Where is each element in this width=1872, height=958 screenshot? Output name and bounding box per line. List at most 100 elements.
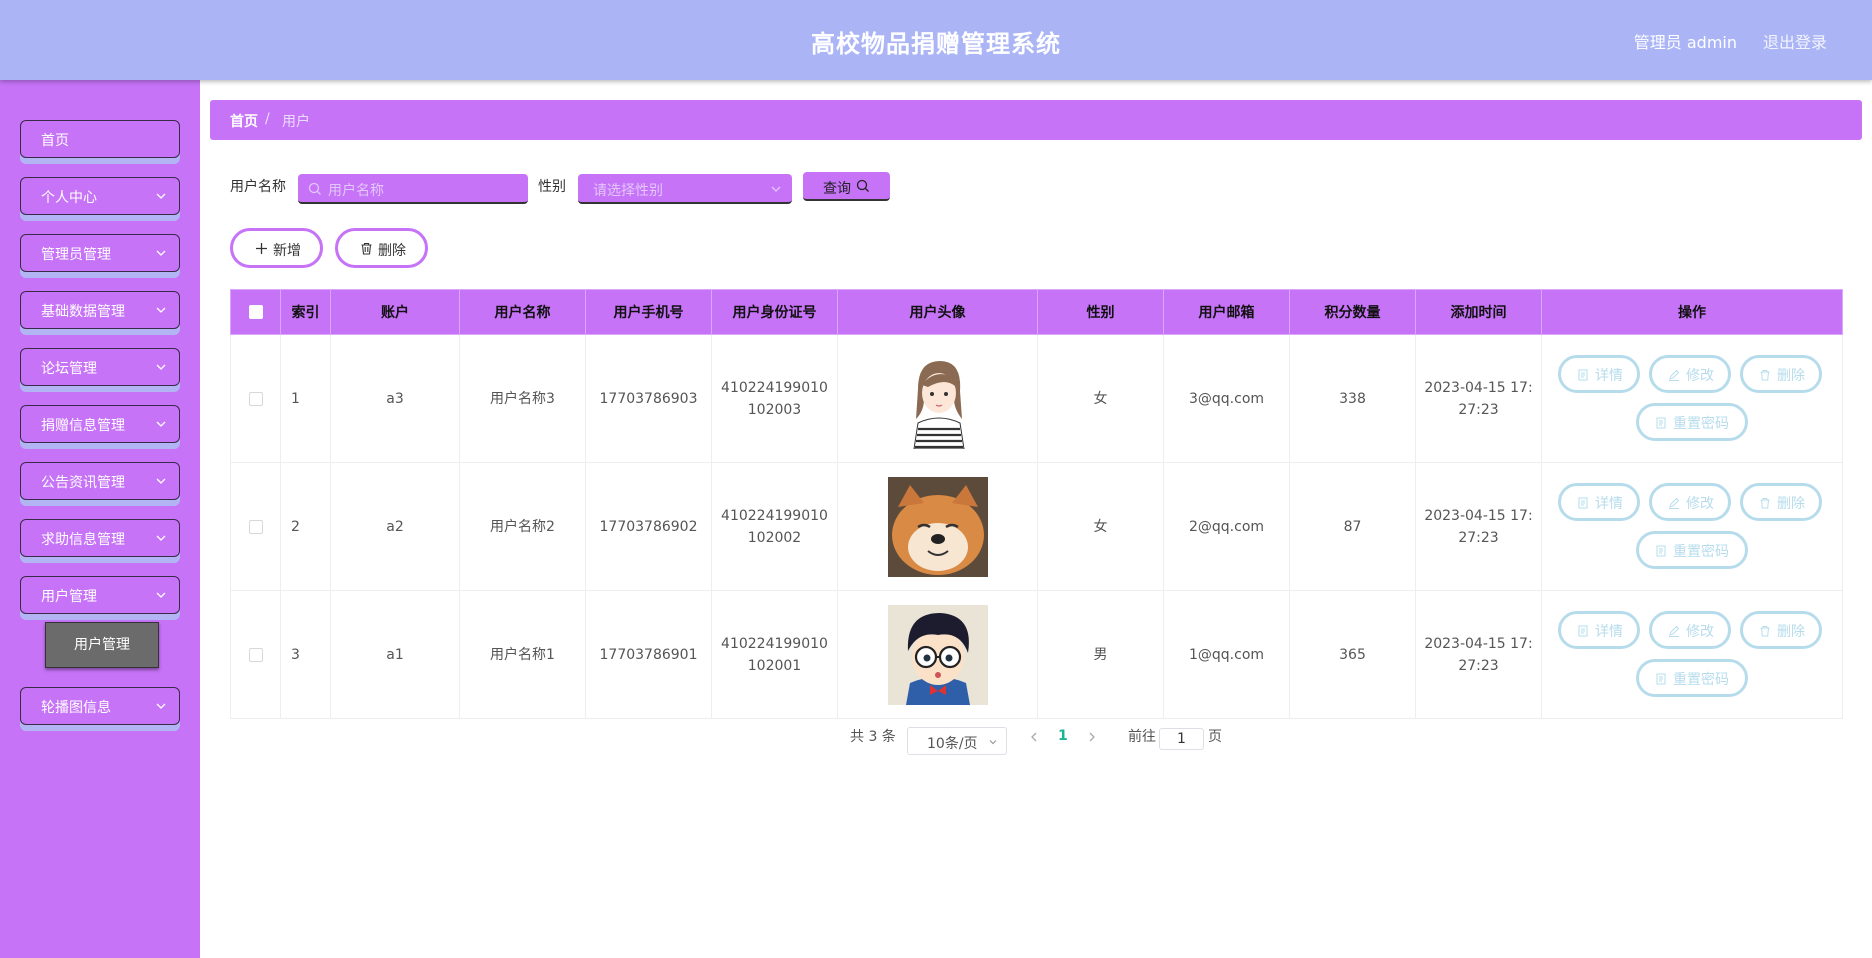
sidebar-item-profile[interactable]: 个人中心 [20, 177, 180, 215]
detail-label: 详情 [1595, 496, 1623, 512]
reset-password-button[interactable]: 重置密码 [1636, 531, 1748, 569]
row-points: 338 [1289, 334, 1416, 463]
row-email: 2@qq.com [1163, 462, 1290, 591]
sidebar-item-basic-data[interactable]: 基础数据管理 [20, 291, 180, 329]
row-created-time: 2023-04-15 17: 27:23 [1415, 334, 1542, 463]
goto-label: 前往 [1128, 729, 1156, 745]
detail-button[interactable]: 详情 [1558, 483, 1640, 521]
row-id-card: 410224199010 102001 [711, 590, 838, 719]
goto-page-input[interactable]: 1 [1159, 728, 1204, 750]
column-header: 账户 [330, 289, 460, 335]
document-icon [1656, 545, 1666, 557]
row-index: 3 [280, 590, 331, 719]
sidebar-item-home[interactable]: 首页 [20, 120, 180, 158]
row-index: 1 [280, 334, 331, 463]
row-select-cell[interactable] [230, 590, 281, 719]
row-select-cell[interactable] [230, 334, 281, 463]
sidebar-item-admin[interactable]: 管理员管理 [20, 234, 180, 272]
sidebar-item-forum[interactable]: 论坛管理 [20, 348, 180, 386]
detail-label: 详情 [1595, 368, 1623, 384]
username-search-input[interactable]: 用户名称 [298, 174, 528, 204]
page-suffix: 页 [1208, 729, 1222, 745]
edit-button[interactable]: 修改 [1649, 611, 1731, 649]
breadcrumb-current: 用户 [282, 114, 310, 130]
add-button[interactable]: 新增 [230, 228, 323, 268]
row-delete-label: 删除 [1777, 368, 1805, 384]
sidebar-item-label: 用户管理 [41, 589, 97, 605]
select-all-checkbox[interactable] [248, 305, 263, 319]
column-header: 积分数量 [1289, 289, 1416, 335]
row-checkbox[interactable] [248, 519, 263, 534]
girl-avatar-image [887, 348, 988, 449]
detail-button[interactable]: 详情 [1558, 611, 1640, 649]
sidebar-item-help[interactable]: 求助信息管理 [20, 519, 180, 557]
next-page-icon[interactable] [1086, 731, 1098, 743]
table-row: 3 a1 用户名称1 17703786901 410224199010 10200… [230, 590, 1843, 719]
breadcrumb-home[interactable]: 首页 [230, 111, 258, 131]
username-placeholder: 用户名称 [328, 183, 384, 199]
row-delete-button[interactable]: 删除 [1740, 355, 1822, 393]
row-phone: 17703786901 [585, 590, 712, 719]
column-header: 添加时间 [1415, 289, 1542, 335]
chevron-down-icon [156, 193, 166, 199]
query-button[interactable]: 查询 [803, 172, 890, 201]
chevron-down-icon [156, 364, 166, 370]
pagination-total: 共 3 条 [850, 729, 896, 745]
row-id-card: 410224199010 102003 [711, 334, 838, 463]
edit-icon [1669, 369, 1680, 381]
row-points: 365 [1289, 590, 1416, 719]
sidebar-item-label: 首页 [41, 133, 69, 149]
detail-button[interactable]: 详情 [1558, 355, 1640, 393]
edit-icon [1669, 497, 1680, 509]
row-gender: 女 [1037, 334, 1164, 463]
row-name: 用户名称3 [459, 334, 586, 463]
page-number-current[interactable]: 1 [1058, 728, 1068, 744]
sidebar-item-donation[interactable]: 捐赠信息管理 [20, 405, 180, 443]
trash-icon [1760, 370, 1770, 381]
edit-button[interactable]: 修改 [1649, 483, 1731, 521]
sidebar-item-label: 求助信息管理 [41, 532, 125, 548]
sidebar-subitem-user-management[interactable]: 用户管理 [45, 622, 159, 668]
row-delete-button[interactable]: 删除 [1740, 483, 1822, 521]
column-header: 用户手机号 [585, 289, 712, 335]
column-header: 用户邮箱 [1163, 289, 1290, 335]
row-checkbox[interactable] [248, 391, 263, 406]
document-icon [1578, 625, 1588, 637]
column-header: 用户名称 [459, 289, 586, 335]
row-name: 用户名称2 [459, 462, 586, 591]
reset-password-label: 重置密码 [1673, 416, 1729, 432]
column-header: 操作 [1541, 289, 1843, 335]
select-all-cell[interactable] [230, 289, 281, 335]
trash-icon [361, 242, 372, 255]
row-delete-label: 删除 [1777, 496, 1805, 512]
edit-button[interactable]: 修改 [1649, 355, 1731, 393]
breadcrumb: 首页 / 用户 [210, 100, 1862, 140]
row-checkbox[interactable] [248, 647, 263, 662]
chevron-down-icon [156, 592, 166, 598]
edit-label: 修改 [1686, 368, 1714, 384]
row-select-cell[interactable] [230, 462, 281, 591]
id-card-part2: 102002 [747, 529, 802, 546]
reset-password-button[interactable]: 重置密码 [1636, 403, 1748, 441]
logout-link[interactable]: 退出登录 [1763, 29, 1827, 53]
created-time: 27:23 [1458, 657, 1499, 674]
gender-select[interactable]: 请选择性别 [578, 174, 792, 204]
reset-password-button[interactable]: 重置密码 [1636, 659, 1748, 697]
query-button-label: 查询 [823, 181, 851, 197]
chevron-down-icon [989, 740, 997, 745]
sidebar-item-carousel[interactable]: 轮播图信息 [20, 687, 180, 725]
created-date: 2023-04-15 17: [1424, 379, 1533, 396]
chevron-down-icon [156, 478, 166, 484]
sidebar-item-news[interactable]: 公告资讯管理 [20, 462, 180, 500]
delete-button[interactable]: 删除 [335, 228, 428, 268]
sidebar: 首页 个人中心 管理员管理 基础数据管理 论坛管理 捐赠信息管理 公告资讯管理 … [0, 80, 200, 958]
table-row: 1 a3 用户名称3 17703786903 410224199010 10200… [230, 334, 1843, 463]
row-delete-button[interactable]: 删除 [1740, 611, 1822, 649]
prev-page-icon[interactable] [1028, 731, 1040, 743]
created-date: 2023-04-15 17: [1424, 507, 1533, 524]
page-size-select[interactable]: 10条/页 [907, 727, 1007, 755]
sidebar-item-users[interactable]: 用户管理 [20, 576, 180, 614]
row-account: a2 [330, 462, 460, 591]
row-ops: 详情 修改 删除 重置密码 [1541, 462, 1843, 591]
table-row: 2 a2 用户名称2 17703786902 410224199010 10200… [230, 462, 1843, 591]
